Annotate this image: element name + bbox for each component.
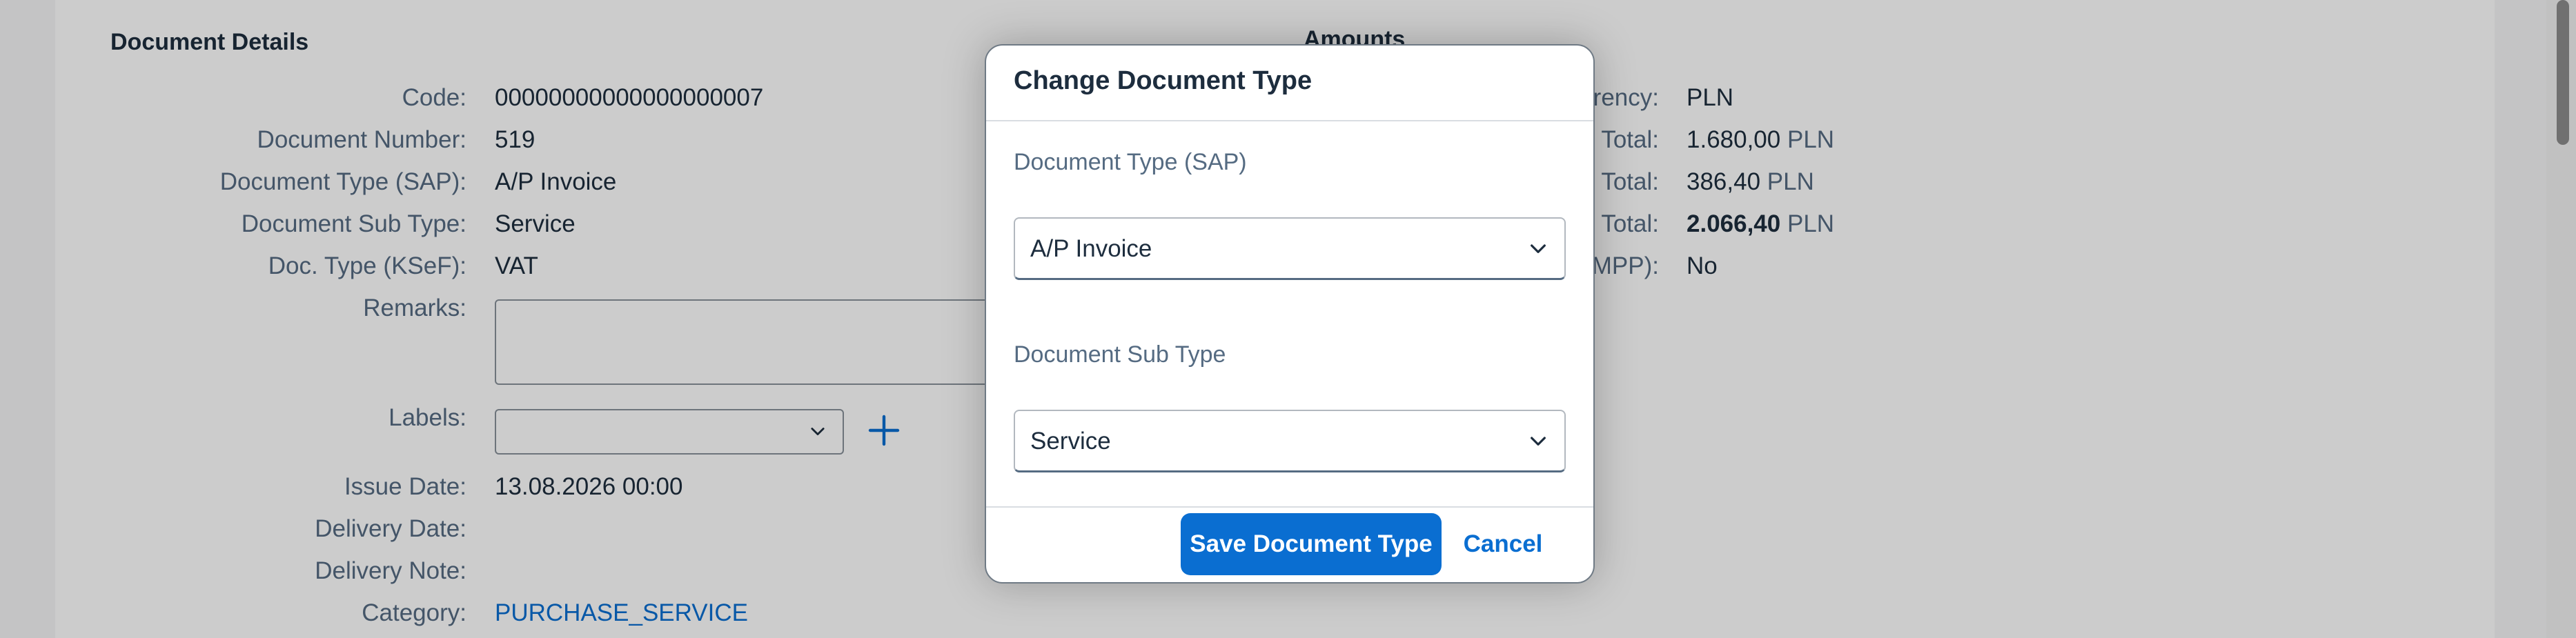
change-document-type-dialog: Change Document Type Document Type (SAP)… [985, 44, 1595, 584]
document-sub-type-select[interactable]: Service [1014, 410, 1566, 472]
dialog-footer: Save Document Type Cancel [986, 506, 1593, 582]
cancel-button[interactable]: Cancel [1457, 513, 1549, 575]
save-document-type-button[interactable]: Save Document Type [1181, 513, 1442, 575]
document-type-sap-selected: A/P Invoice [1030, 235, 1152, 262]
chevron-down-icon [1531, 244, 1546, 253]
document-type-sap-label: Document Type (SAP) [1014, 149, 1247, 175]
document-type-sap-select[interactable]: A/P Invoice [1014, 217, 1566, 280]
dialog-title: Change Document Type [1014, 66, 1312, 95]
document-sub-type-selected: Service [1030, 428, 1111, 455]
document-sub-type-label: Document Sub Type [1014, 341, 1226, 368]
chevron-down-icon [1531, 437, 1546, 446]
dialog-header: Change Document Type [986, 46, 1593, 121]
